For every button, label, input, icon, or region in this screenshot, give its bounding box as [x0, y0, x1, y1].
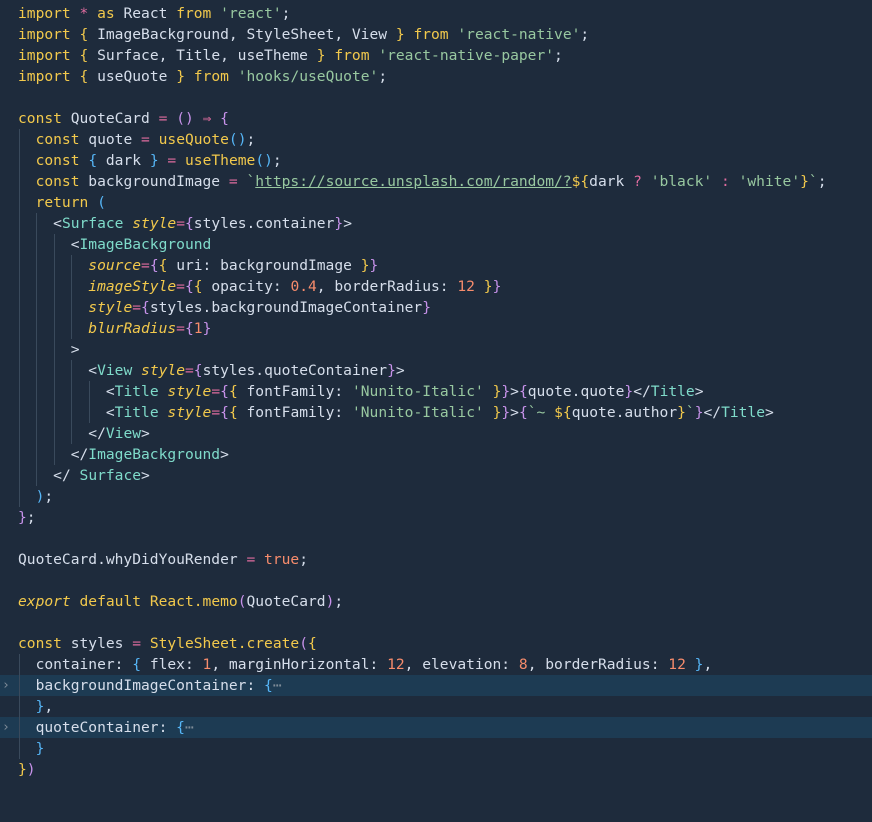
code-line-28[interactable] — [0, 570, 872, 591]
code-line-26[interactable] — [0, 528, 872, 549]
code-line-2[interactable]: import { ImageBackground, StyleSheet, Vi… — [0, 24, 872, 45]
code-line-6[interactable]: const QuoteCard = () ⇒ { — [0, 108, 872, 129]
code-line-25[interactable]: }; — [0, 507, 872, 528]
code-line-21[interactable]: </View> — [0, 423, 872, 444]
code-line-15[interactable]: style={styles.backgroundImageContainer} — [0, 297, 872, 318]
folded-ellipsis[interactable]: ⋯ — [185, 719, 194, 736]
code-line-33[interactable]: › backgroundImageContainer: {⋯ — [0, 675, 872, 696]
code-line-17[interactable]: > — [0, 339, 872, 360]
code-line-24[interactable]: ); — [0, 486, 872, 507]
code-line-29[interactable]: export default React.memo(QuoteCard); — [0, 591, 872, 612]
code-line-32[interactable]: container: { flex: 1, marginHorizontal: … — [0, 654, 872, 675]
code-line-13[interactable]: source={{ uri: backgroundImage }} — [0, 255, 872, 276]
code-line-35[interactable]: › quoteContainer: {⋯ — [0, 717, 872, 738]
code-line-14[interactable]: imageStyle={{ opacity: 0.4, borderRadius… — [0, 276, 872, 297]
code-line-7[interactable]: const quote = useQuote(); — [0, 129, 872, 150]
code-line-30[interactable] — [0, 612, 872, 633]
code-line-36[interactable]: } — [0, 738, 872, 759]
code-line-31[interactable]: const styles = StyleSheet.create({ — [0, 633, 872, 654]
code-line-27[interactable]: QuoteCard.whyDidYouRender = true; — [0, 549, 872, 570]
code-line-18[interactable]: <View style={styles.quoteContainer}> — [0, 360, 872, 381]
code-line-4[interactable]: import { useQuote } from 'hooks/useQuote… — [0, 66, 872, 87]
code-line-22[interactable]: </ImageBackground> — [0, 444, 872, 465]
chevron-right-icon[interactable]: › — [2, 717, 10, 738]
folded-ellipsis[interactable]: ⋯ — [273, 677, 282, 694]
code-line-3[interactable]: import { Surface, Title, useTheme } from… — [0, 45, 872, 66]
code-line-16[interactable]: blurRadius={1} — [0, 318, 872, 339]
code-line-5[interactable] — [0, 87, 872, 108]
code-line-10[interactable]: return ( — [0, 192, 872, 213]
chevron-right-icon[interactable]: › — [2, 675, 10, 696]
code-line-37[interactable]: }) — [0, 759, 872, 780]
code-line-34[interactable]: }, — [0, 696, 872, 717]
code-line-9[interactable]: const backgroundImage = `https://source.… — [0, 171, 872, 192]
code-line-20[interactable]: <Title style={{ fontFamily: 'Nunito-Ital… — [0, 402, 872, 423]
code-line-23[interactable]: </ Surface> — [0, 465, 872, 486]
code-line-19[interactable]: <Title style={{ fontFamily: 'Nunito-Ital… — [0, 381, 872, 402]
code-line-12[interactable]: <ImageBackground — [0, 234, 872, 255]
code-line-8[interactable]: const { dark } = useTheme(); — [0, 150, 872, 171]
code-editor[interactable]: import * as React from 'react'; import {… — [0, 0, 872, 782]
code-line-1[interactable]: import * as React from 'react'; — [0, 3, 872, 24]
code-line-11[interactable]: <Surface style={styles.container}> — [0, 213, 872, 234]
